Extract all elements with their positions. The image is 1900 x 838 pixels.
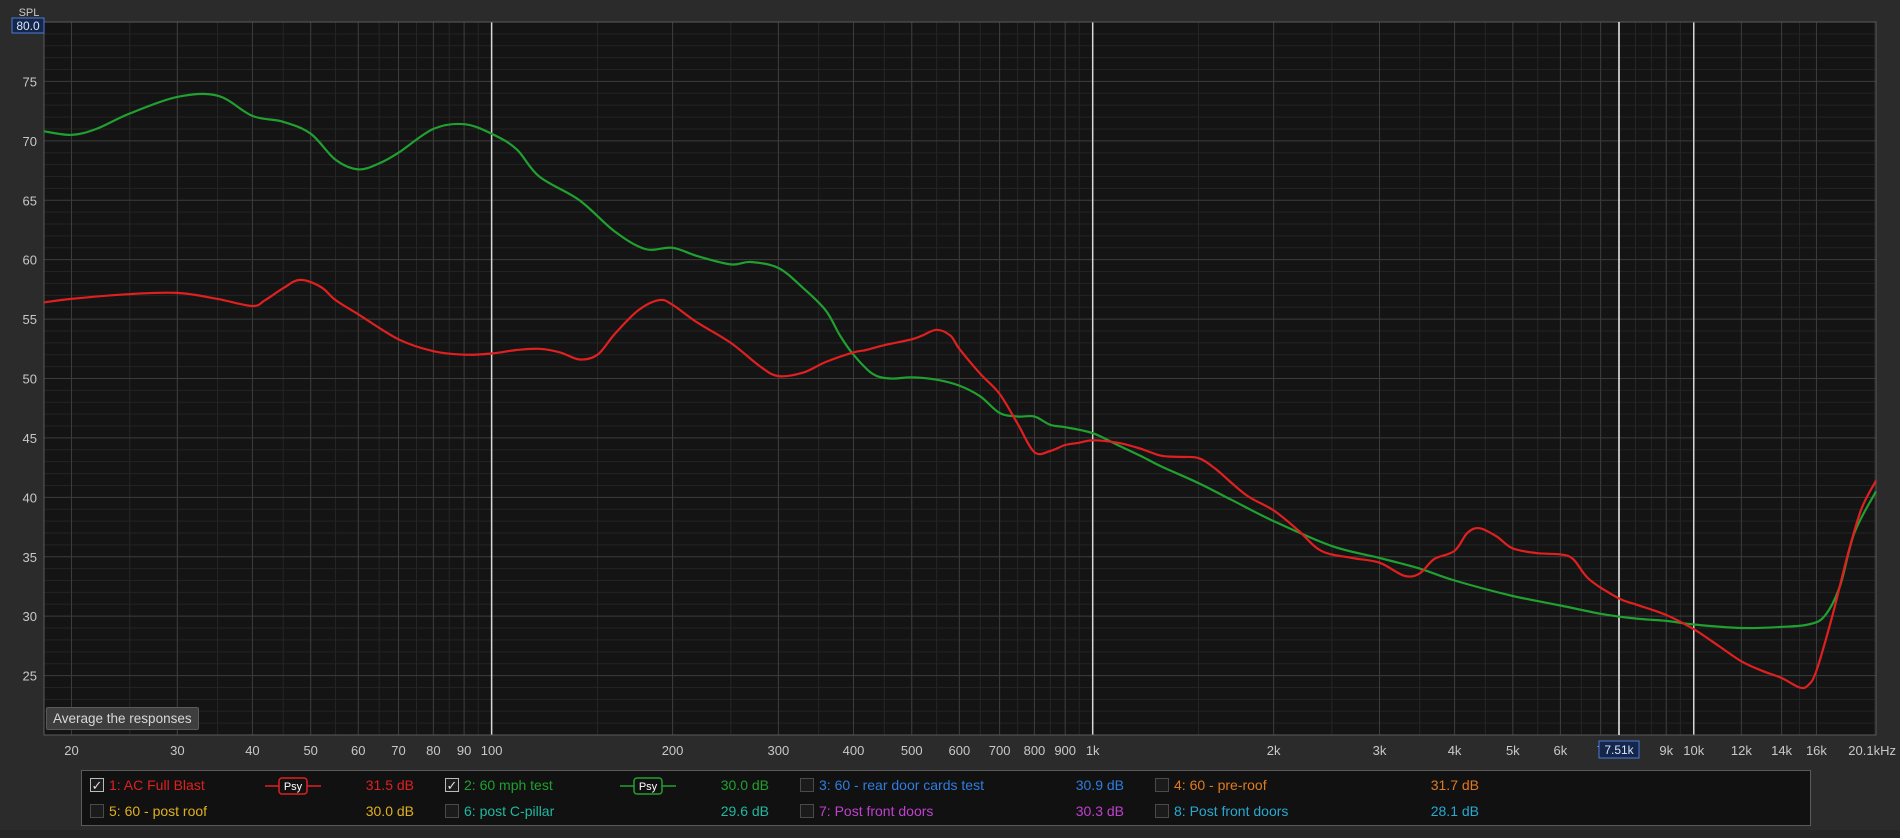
- x-tick-label: 20: [64, 743, 78, 758]
- y-tick-label: 40: [23, 490, 37, 505]
- legend-checkbox-4[interactable]: [1155, 778, 1169, 792]
- y-axis-title: SPL: [19, 7, 40, 19]
- y-tick-label: 25: [23, 669, 37, 684]
- average-responses-button[interactable]: Average the responses: [46, 707, 199, 730]
- x-tick-label: 3k: [1373, 743, 1387, 758]
- psy-smoothing-indicator-1[interactable]: Psy: [263, 776, 323, 796]
- legend-checkbox-1[interactable]: ✓: [90, 778, 104, 792]
- y-tick-label: 70: [23, 134, 37, 149]
- legend-value-5: 30.0 dB: [365, 803, 414, 819]
- legend-value-1: 31.5 dB: [365, 777, 414, 793]
- legend-panel: ✓ 1: AC Full Blast Psy 31.5 dB ✓ 2: 60 m…: [81, 770, 1811, 826]
- x-tick-label: 800: [1024, 743, 1046, 758]
- x-tick-label: 60: [351, 743, 365, 758]
- x-tick-label: 600: [948, 743, 970, 758]
- y-tick-label: 55: [23, 312, 37, 327]
- x-tick-label: 400: [843, 743, 865, 758]
- legend-row-1: ✓ 1: AC Full Blast Psy 31.5 dB ✓ 2: 60 m…: [82, 773, 1810, 799]
- x-tick-label: 16k: [1806, 743, 1827, 758]
- x-tick-label: 5k: [1506, 743, 1520, 758]
- legend-value-2: 30.0 dB: [720, 777, 769, 793]
- legend-label-7: 7: Post front doors: [819, 803, 934, 819]
- x-tick-label: 9k: [1659, 743, 1673, 758]
- legend-label-5: 5: 60 - post roof: [109, 803, 208, 819]
- cursor-label: 7.51k: [1604, 743, 1634, 757]
- legend-label-3: 3: 60 - rear door cards test: [819, 777, 984, 793]
- x-tick-label: 70: [391, 743, 405, 758]
- svg-text:Psy: Psy: [639, 781, 658, 793]
- y-tick-label: 35: [23, 550, 37, 565]
- x-tick-label: 12k: [1731, 743, 1752, 758]
- legend-label-6: 6: post C-pillar: [464, 803, 555, 819]
- legend-checkbox-6[interactable]: [445, 804, 459, 818]
- y-tick-label: 50: [23, 372, 37, 387]
- legend-row-2: 5: 60 - post roof 30.0 dB 6: post C-pill…: [82, 799, 1810, 825]
- legend-checkbox-2[interactable]: ✓: [445, 778, 459, 792]
- x-tick-label: 50: [303, 743, 317, 758]
- x-tick-label: 14k: [1771, 743, 1792, 758]
- frequency-response-plot[interactable]: 25 30 35 40 45 50 55 60 65 70 75 20 30 40 50 60 70 80 90 10…: [0, 0, 1900, 760]
- y-tick-label: 60: [23, 253, 37, 268]
- legend-label-8: 8: Post front doors: [1174, 803, 1289, 819]
- legend-checkbox-7[interactable]: [800, 804, 814, 818]
- svg-text:Psy: Psy: [284, 781, 303, 793]
- status-strip: [0, 830, 1900, 838]
- x-tick-label: 700: [989, 743, 1011, 758]
- legend-label-1: 1: AC Full Blast: [109, 777, 205, 793]
- y-tick-label: 75: [23, 74, 37, 89]
- x-tick-label: 20.1kHz: [1848, 743, 1896, 758]
- legend-value-7: 30.3 dB: [1075, 803, 1124, 819]
- plot-svg[interactable]: 25 30 35 40 45 50 55 60 65 70 75 20 30 40 50 60 70 80 90 10…: [0, 0, 1900, 760]
- x-tick-label: 500: [901, 743, 923, 758]
- x-tick-label: 1k: [1086, 743, 1100, 758]
- y-tick-label: 45: [23, 431, 37, 446]
- legend-checkbox-5[interactable]: [90, 804, 104, 818]
- x-tick-label: 900: [1054, 743, 1076, 758]
- x-tick-label: 30: [170, 743, 184, 758]
- x-tick-label: 90: [457, 743, 471, 758]
- legend-checkbox-3[interactable]: [800, 778, 814, 792]
- legend-checkbox-8[interactable]: [1155, 804, 1169, 818]
- x-tick-label: 300: [768, 743, 790, 758]
- y-tick-label: 30: [23, 609, 37, 624]
- x-tick-label: 6k: [1554, 743, 1568, 758]
- y-top-label: 80.0: [16, 19, 40, 33]
- y-tick-label: 65: [23, 193, 37, 208]
- psy-smoothing-indicator-2[interactable]: Psy: [618, 776, 678, 796]
- x-tick-label: 100: [481, 743, 503, 758]
- legend-value-6: 29.6 dB: [720, 803, 769, 819]
- x-tick-label: 40: [245, 743, 259, 758]
- legend-label-4: 4: 60 - pre-roof: [1174, 777, 1267, 793]
- legend-label-2: 2: 60 mph test: [464, 777, 553, 793]
- x-tick-label: 10k: [1683, 743, 1704, 758]
- x-tick-label: 200: [662, 743, 684, 758]
- x-tick-label: 4k: [1448, 743, 1462, 758]
- legend-value-4: 31.7 dB: [1430, 777, 1479, 793]
- legend-value-8: 28.1 dB: [1430, 803, 1479, 819]
- x-tick-label: 2k: [1267, 743, 1281, 758]
- x-tick-label: 80: [426, 743, 440, 758]
- legend-value-3: 30.9 dB: [1075, 777, 1124, 793]
